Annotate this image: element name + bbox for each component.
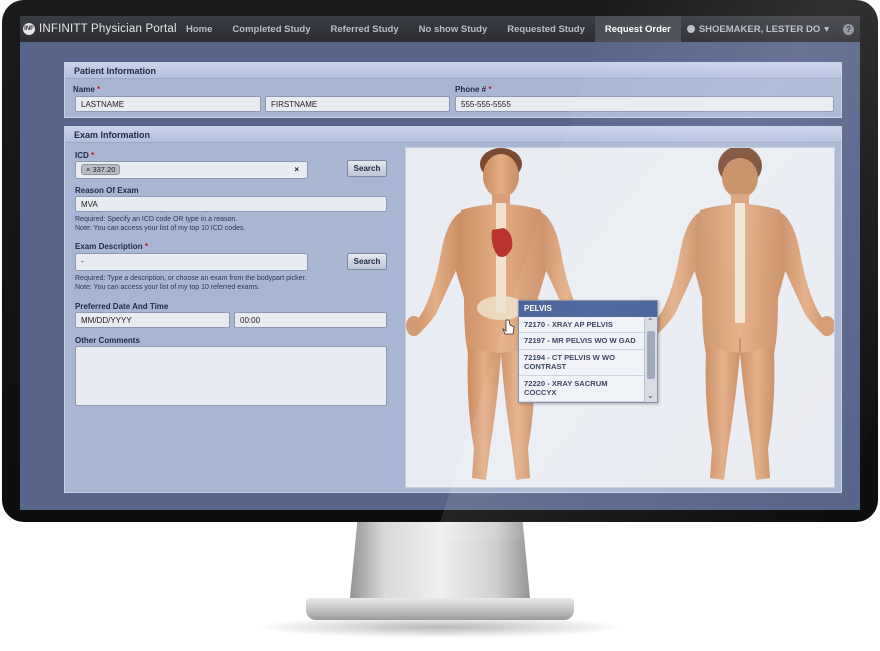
nav-home[interactable]: Home xyxy=(186,16,222,42)
brand-name: INFINITT Physician Portal xyxy=(39,23,177,35)
patient-information-panel: Patient Information Name * Phone # * LAS… xyxy=(64,62,842,118)
lastname-input[interactable]: LASTNAME xyxy=(75,96,261,112)
monitor-base xyxy=(306,598,574,620)
scrollbar-thumb[interactable] xyxy=(647,331,655,379)
exam-description-note-top10: Note: You can access your list of my top… xyxy=(75,284,260,291)
nav-referred-study[interactable]: Referred Study xyxy=(321,16,409,42)
monitor-stand xyxy=(349,522,531,600)
reason-note-top10: Note: You can access your list of my top… xyxy=(75,225,246,232)
exam-information-panel: Exam Information ICD * × 337.20 × Search… xyxy=(64,126,842,493)
screen: INF INFINITT Physician Portal Home Compl… xyxy=(20,16,860,510)
monitor: INF INFINITT Physician Portal Home Compl… xyxy=(2,0,880,540)
exam-description-input[interactable]: - xyxy=(75,253,308,271)
exam-search-button[interactable]: Search xyxy=(347,253,387,270)
icd-input[interactable]: × 337.20 × xyxy=(75,161,308,179)
preferred-date-input[interactable]: MM/DD/YYYY xyxy=(75,312,230,328)
scroll-up-icon[interactable]: ⌃ xyxy=(647,317,654,326)
top-navbar: INF INFINITT Physician Portal Home Compl… xyxy=(20,16,860,42)
other-comments-textarea[interactable] xyxy=(75,346,387,406)
clear-icon[interactable]: × xyxy=(294,165,299,174)
nav-request-order[interactable]: Request Order xyxy=(594,16,681,42)
nav-no-show-study[interactable]: No show Study xyxy=(409,16,498,42)
exam-option[interactable]: 72194 - CT PELVIS W WO CONTRAST xyxy=(519,349,645,376)
nav-requested-study[interactable]: Requested Study xyxy=(497,16,595,42)
preferred-time-input[interactable]: 00:00 xyxy=(234,312,387,328)
required-mark: * xyxy=(488,85,492,94)
exam-option[interactable]: 72170 - XRAY AP PELVIS xyxy=(519,317,645,334)
user-name: SHOEMAKER, LESTER DO xyxy=(698,23,821,35)
exam-description-label: Exam Description * xyxy=(75,242,148,251)
required-mark: * xyxy=(91,151,95,160)
exam-information-header: Exam Information xyxy=(65,127,841,143)
firstname-input[interactable]: FIRSTNAME xyxy=(265,96,450,112)
icd-label: ICD * xyxy=(75,151,95,160)
required-mark: * xyxy=(97,85,101,94)
exam-option[interactable]: 72197 - MR PELVIS WO W GAD xyxy=(519,333,645,350)
reason-input[interactable]: MVA xyxy=(75,196,387,212)
user-icon xyxy=(686,25,695,33)
required-mark: * xyxy=(144,242,148,251)
exam-option[interactable]: 72220 - XRAY SACRUM COCCYX xyxy=(519,375,645,402)
name-label: Name * xyxy=(73,85,101,94)
exam-options-list: 72170 - XRAY AP PELVIS 72197 - MR PELVIS… xyxy=(519,317,645,402)
reason-note-required: Required: Specify an ICD code OR type in… xyxy=(75,216,238,223)
brand-logo[interactable]: INF INFINITT Physician Portal xyxy=(20,23,190,35)
scroll-down-icon[interactable]: ⌄ xyxy=(647,391,654,400)
exam-description-note-required: Required: Type a description, or choose … xyxy=(75,275,307,282)
help-icon[interactable]: ? xyxy=(843,23,854,35)
reason-label: Reason Of Exam xyxy=(75,186,139,195)
other-comments-label: Other Comments xyxy=(75,336,140,345)
phone-input[interactable]: 555-555-5555 xyxy=(455,96,834,112)
nav-completed-study[interactable]: Completed Study xyxy=(222,16,320,42)
chevron-down-icon: ▾ xyxy=(824,23,829,35)
preferred-date-label: Preferred Date And Time xyxy=(75,302,169,311)
icd-search-button[interactable]: Search xyxy=(347,160,387,177)
brand-logo-icon: INF xyxy=(23,23,35,35)
dropdown-title: PELVIS xyxy=(519,301,657,317)
dropdown-scrollbar[interactable]: ⌃ ⌄ xyxy=(644,317,657,402)
icd-chip[interactable]: × 337.20 xyxy=(81,164,121,175)
patient-information-header: Patient Information xyxy=(65,63,841,79)
back-body-figure[interactable] xyxy=(645,148,835,480)
pelvis-exam-dropdown[interactable]: PELVIS 72170 - XRAY AP PELVIS 72197 - MR… xyxy=(518,300,658,403)
bodypart-picker[interactable]: PELVIS 72170 - XRAY AP PELVIS 72197 - MR… xyxy=(405,147,835,488)
user-menu[interactable]: SHOEMAKER, LESTER DO ▾ ? xyxy=(686,23,860,35)
phone-label: Phone # * xyxy=(455,85,492,94)
